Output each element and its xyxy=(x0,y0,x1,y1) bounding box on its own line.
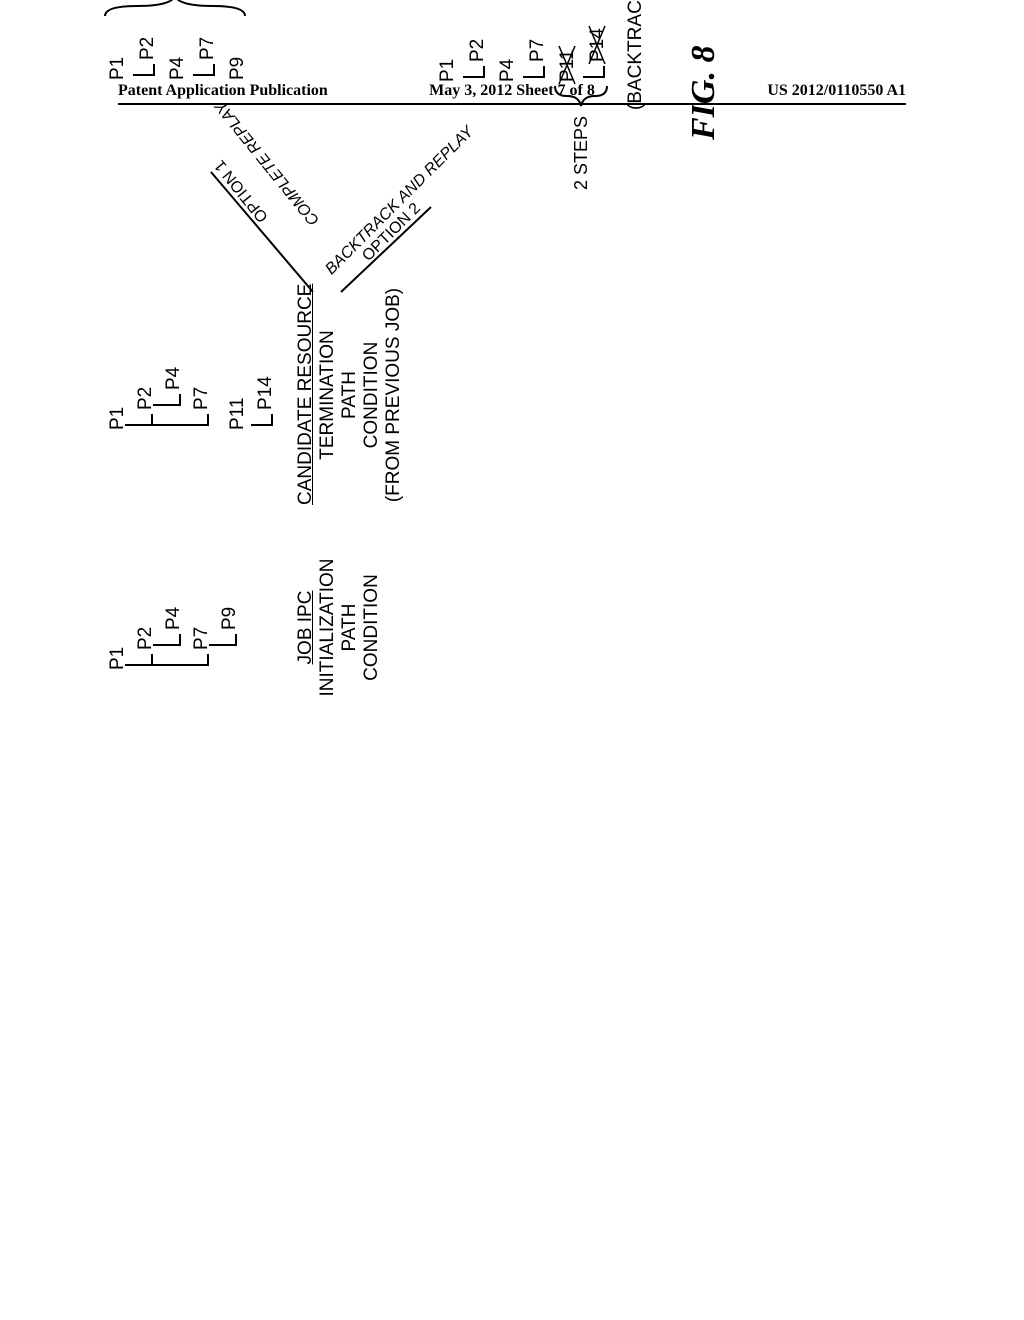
tree-node: P4 xyxy=(161,607,187,646)
tree-node: P4 xyxy=(165,57,191,80)
node-label: P2 xyxy=(135,387,157,410)
elbow-icon xyxy=(133,64,155,76)
col1-title: JOB IPC INITIALIZATION PATH CONDITION xyxy=(295,545,383,710)
node-label: P1 xyxy=(107,57,129,80)
elbow-icon xyxy=(583,66,605,78)
tree-node: P1 xyxy=(105,407,131,430)
tree-node: P7 xyxy=(195,37,221,76)
brace-icon xyxy=(101,0,251,20)
node-label: P4 xyxy=(163,607,185,630)
title-line: INITIALIZATION xyxy=(317,545,339,710)
node-label: P1 xyxy=(437,59,459,82)
tree-node: P4 xyxy=(161,367,187,406)
tree-node: P2 xyxy=(133,627,159,666)
node-label: P1 xyxy=(107,647,129,670)
node-label: P9 xyxy=(219,607,241,630)
title-line: CANDIDATE RESOURCE xyxy=(295,285,317,505)
backtrack-label: (BACKTRACK) xyxy=(625,0,647,110)
tree-node: P2 xyxy=(135,37,161,76)
node-label: P4 xyxy=(167,57,189,80)
tree-node: P2 xyxy=(465,39,491,78)
elbow-icon xyxy=(463,66,485,78)
node-label: P7 xyxy=(191,387,213,410)
title-line: JOB IPC xyxy=(295,545,317,710)
node-label: P2 xyxy=(137,37,159,60)
tree-node: P7 xyxy=(525,39,551,78)
brace-icon xyxy=(551,82,613,112)
node-label: P7 xyxy=(527,39,549,62)
col2-title: CANDIDATE RESOURCE TERMINATION PATH COND… xyxy=(295,285,405,505)
strike-icon: P14 xyxy=(587,22,609,62)
elbow-icon xyxy=(187,654,209,666)
tree-node: P1 xyxy=(105,57,131,80)
elbow-icon xyxy=(523,66,545,78)
tree-node: P14 xyxy=(253,376,279,426)
elbow-icon xyxy=(251,414,273,426)
elbow-icon xyxy=(159,394,181,406)
tree-node: P11 xyxy=(555,42,581,82)
strike-icon: P11 xyxy=(557,42,579,82)
title-line: TERMINATION xyxy=(317,285,339,505)
title-line: (FROM PREVIOUS JOB) xyxy=(383,285,405,505)
tree-node: P7 xyxy=(189,387,215,426)
tree-node: P11 xyxy=(225,398,251,430)
node-label: P4 xyxy=(497,59,519,82)
elbow-icon xyxy=(215,634,237,646)
figure-caption: FIG. 8 xyxy=(685,46,723,140)
node-label: P11 xyxy=(227,398,249,430)
node-label-struck: P11 xyxy=(557,42,579,82)
tree-node: P4 xyxy=(495,59,521,82)
elbow-icon xyxy=(131,654,153,666)
title-line: PATH xyxy=(339,545,361,710)
node-label: P1 xyxy=(107,407,129,430)
node-label: P4 xyxy=(163,367,185,390)
tree-node: P7 xyxy=(189,627,215,666)
node-label: P2 xyxy=(135,627,157,650)
elbow-icon xyxy=(159,634,181,646)
node-label: P7 xyxy=(197,37,219,60)
tree-connector xyxy=(153,424,191,426)
steps-label: 2 STEPS xyxy=(571,116,592,190)
title-line: PATH xyxy=(339,285,361,505)
node-label: P7 xyxy=(191,627,213,650)
title-line: CONDITION xyxy=(361,545,383,710)
node-label: P2 xyxy=(467,39,489,62)
tree-node: P9 xyxy=(225,57,251,80)
elbow-icon xyxy=(187,414,209,426)
node-label: P9 xyxy=(227,57,249,80)
node-label-struck: P14 xyxy=(587,22,609,62)
elbow-icon xyxy=(193,64,215,76)
figure-8: P1 P2 P4 P7 P9 JOB IPC INITIALIZATION PA… xyxy=(105,0,915,700)
tree-node: P1 xyxy=(435,59,461,82)
tree-node: P2 xyxy=(133,387,159,426)
tree-connector xyxy=(153,664,191,666)
tree-node: P1 xyxy=(105,647,131,670)
elbow-icon xyxy=(131,414,153,426)
tree-node: P14 xyxy=(585,22,611,78)
title-line: CONDITION xyxy=(361,285,383,505)
tree-node: P9 xyxy=(217,607,243,646)
node-label: P14 xyxy=(255,376,277,410)
